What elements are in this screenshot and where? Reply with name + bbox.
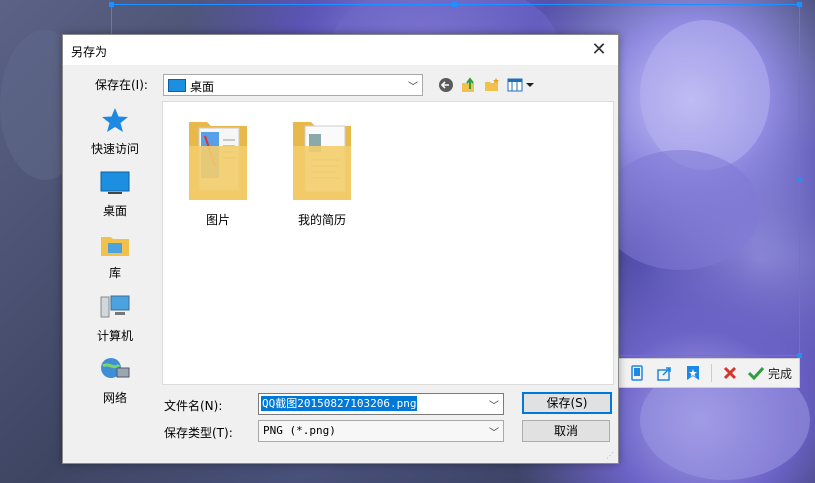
resize-grip-icon[interactable]: ⋰ — [606, 451, 616, 461]
chevron-down-icon: ﹀ — [408, 82, 418, 93]
place-label: 快速访问 — [90, 142, 139, 156]
place-label: 库 — [108, 266, 121, 280]
file-type-value: PNG (*.png) — [263, 424, 336, 437]
file-name-value: QQ截图20150827103206.png — [261, 396, 418, 411]
resize-handle[interactable] — [109, 2, 114, 7]
file-name-label: 文件名(N): — [164, 399, 223, 413]
save-in-label: 保存在(I): — [95, 78, 148, 92]
folder-label: 图片 — [205, 213, 230, 227]
done-label: 完成 — [768, 366, 793, 381]
resume-folder-icon — [293, 122, 351, 200]
chevron-down-icon[interactable]: ﹀ — [489, 397, 499, 412]
save-as-dialog: 另存为 ✕ 保存在(I): 桌面 ﹀ 快速访问 桌面 库 计算机 网络 图片 我… — [62, 34, 619, 464]
save-button[interactable]: 保存(S) — [522, 392, 612, 414]
chevron-down-icon: ﹀ — [489, 428, 499, 439]
folder-item[interactable]: 图片 — [173, 116, 263, 228]
close-icon[interactable]: ✕ — [588, 39, 610, 61]
back-icon[interactable] — [437, 76, 455, 94]
dialog-title: 另存为 — [71, 45, 108, 59]
place-network[interactable]: 网络 — [71, 356, 159, 406]
resize-handle[interactable] — [797, 2, 802, 7]
cancel-button[interactable]: 取消 — [522, 420, 610, 442]
desktop-icon — [100, 171, 130, 194]
cancel-x-icon[interactable] — [720, 363, 740, 383]
capture-toolbar: 完成 — [618, 358, 800, 388]
place-desktop[interactable]: 桌面 — [71, 171, 159, 219]
network-icon — [101, 358, 130, 378]
bookmark-icon[interactable] — [683, 363, 703, 383]
phone-icon[interactable] — [627, 363, 647, 383]
places-bar: 快速访问 桌面 库 计算机 网络 — [71, 101, 159, 454]
up-folder-icon[interactable] — [460, 76, 478, 94]
file-type-select[interactable]: PNG (*.png) ﹀ — [258, 420, 504, 442]
place-label: 网络 — [102, 391, 127, 405]
desktop-icon — [168, 79, 186, 92]
file-type-label: 保存类型(T): — [164, 426, 233, 440]
toolbar-divider — [711, 364, 712, 382]
star-icon — [102, 108, 128, 132]
folder-label: 我的简历 — [297, 213, 346, 227]
done-button[interactable]: 完成 — [748, 365, 792, 382]
folder-item[interactable]: 我的简历 — [277, 116, 367, 228]
library-icon — [101, 237, 129, 256]
share-icon[interactable] — [655, 363, 675, 383]
place-label: 桌面 — [102, 204, 127, 218]
view-menu-icon[interactable] — [507, 76, 535, 94]
location-value: 桌面 — [190, 80, 215, 94]
place-quick-access[interactable]: 快速访问 — [71, 107, 159, 157]
file-list[interactable]: 图片 我的简历 — [162, 101, 614, 385]
place-computer[interactable]: 计算机 — [71, 294, 159, 344]
location-dropdown[interactable]: 桌面 ﹀ — [163, 74, 423, 96]
place-label: 计算机 — [96, 329, 133, 343]
resize-handle[interactable] — [452, 2, 457, 7]
dialog-titlebar: 另存为 ✕ — [63, 35, 618, 65]
resize-handle[interactable] — [797, 177, 802, 182]
new-folder-icon[interactable] — [483, 76, 501, 94]
place-library[interactable]: 库 — [71, 233, 159, 281]
pictures-folder-icon — [189, 122, 247, 200]
computer-icon — [100, 295, 130, 318]
checkmark-icon — [748, 366, 764, 380]
file-name-input[interactable]: QQ截图20150827103206.png ﹀ — [258, 393, 504, 415]
